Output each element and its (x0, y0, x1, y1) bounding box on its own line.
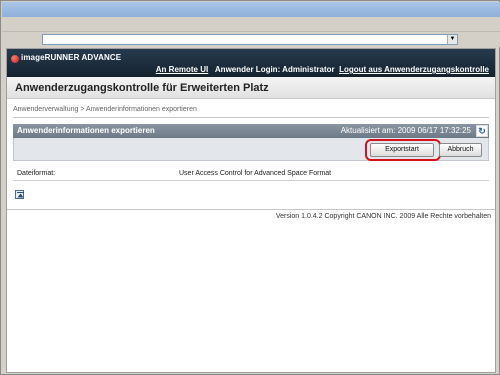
file-format-value: User Access Control for Advanced Space F… (179, 170, 332, 177)
page-viewport: imageRUNNER ADVANCE An Remote UI Anwende… (6, 48, 496, 373)
field-row-file-format: Dateiformat: User Access Control for Adv… (13, 167, 489, 181)
address-dropdown-icon[interactable]: ▼ (447, 35, 457, 44)
address-row: ▼ (2, 32, 500, 47)
page-title: Anwenderzugangskontrolle für Erweiterten… (15, 82, 269, 94)
canon-logo-icon (11, 55, 19, 63)
window-titlebar (2, 2, 500, 17)
login-status: Anwender Login: Administrator (214, 65, 335, 74)
breadcrumb: Anwenderverwaltung > Anwenderinformation… (13, 106, 197, 113)
file-format-label: Dateiformat: (17, 170, 56, 177)
refresh-icon[interactable]: ↻ (476, 125, 488, 137)
action-bar: Exportstart Abbruch (13, 138, 489, 161)
logout-link[interactable]: Logout aus Anwenderzugangskontrolle (339, 65, 489, 74)
remote-ui-link[interactable]: An Remote UI (156, 65, 208, 74)
address-bar[interactable]: ▼ (42, 34, 458, 45)
brand-name: imageRUNNER ADVANCE (21, 53, 122, 62)
footer-divider (7, 209, 495, 210)
cancel-button[interactable]: Abbruch (439, 143, 482, 157)
panel-title: Anwenderinformationen exportieren (17, 126, 155, 135)
browser-toolbar (2, 17, 500, 32)
last-updated: Aktualisiert am: 2009 06/17 17:32:25 (340, 126, 471, 135)
footer-copyright: Version 1.0.4.2 Copyright CANON INC. 200… (275, 213, 491, 220)
header-links: An Remote UI Anwender Login: Administrat… (156, 65, 489, 74)
page-title-bar: Anwenderzugangskontrolle für Erweiterten… (7, 77, 495, 99)
browser-window: ▼ imageRUNNER ADVANCE An Remote UI Anwen… (0, 0, 500, 375)
breadcrumb-divider (13, 117, 489, 118)
header-banner: imageRUNNER ADVANCE An Remote UI Anwende… (7, 49, 495, 77)
back-to-top-icon[interactable] (15, 190, 24, 199)
export-start-button[interactable]: Exportstart (370, 143, 434, 157)
panel-header: Anwenderinformationen exportieren Aktual… (13, 124, 489, 138)
